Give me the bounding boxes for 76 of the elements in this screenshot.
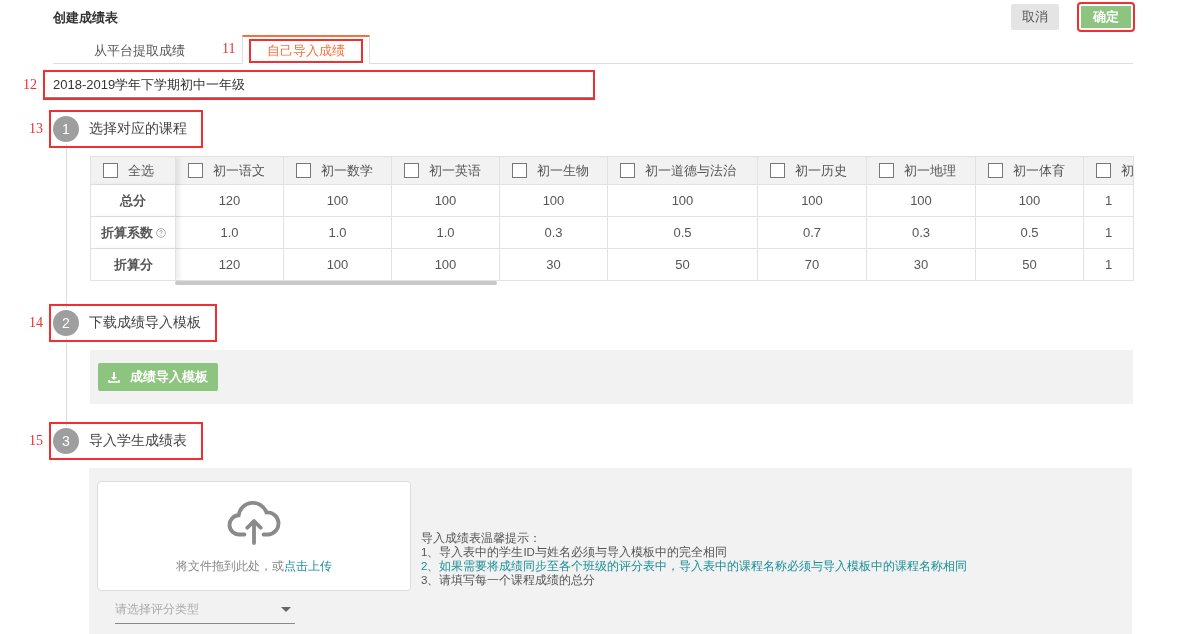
checkbox[interactable] [988, 163, 1003, 178]
row-label: 折算系数 [100, 223, 153, 242]
tab[interactable]: 自己导入成绩 [242, 35, 370, 64]
course-name: 初一数学 [321, 161, 373, 180]
course-name: 初一地理 [904, 161, 956, 180]
checkbox[interactable] [296, 163, 311, 178]
checkbox[interactable] [404, 163, 419, 178]
upload-link[interactable]: 点击上传 [284, 558, 332, 573]
table-cell: 120 [176, 185, 284, 217]
annotation-number: 13 [29, 121, 43, 137]
checkbox[interactable] [1096, 163, 1111, 178]
row-label: 折算分 [113, 255, 153, 274]
step-title: 导入学生成绩表 [89, 432, 187, 450]
course-name: 初一语文 [213, 161, 265, 180]
course-name: 初一历史 [795, 161, 847, 180]
table-cell: 0.3 [867, 217, 976, 249]
table-cell: 50 [608, 249, 758, 281]
annotation-number: 11 [222, 41, 236, 57]
course-name: 初 [1121, 161, 1133, 180]
table-cell: 100 [392, 185, 500, 217]
table-cell: 1.0 [392, 217, 500, 249]
checkbox[interactable] [620, 163, 635, 178]
tips-title: 导入成绩表温馨提示： [421, 531, 542, 545]
table-cell: 100 [758, 185, 867, 217]
step-title: 下载成绩导入模板 [89, 314, 201, 332]
checkbox[interactable] [770, 163, 785, 178]
table-cell: 100 [500, 185, 608, 217]
course-name: 初一生物 [537, 161, 589, 180]
table-cell: 0.5 [976, 217, 1084, 249]
table-cell: 30 [500, 249, 608, 281]
page-title: 创建成绩表 [53, 9, 118, 27]
tab-label: 自己导入成绩 [251, 41, 361, 61]
annotation-number: 15 [29, 433, 43, 449]
tip-text: 1、导入表中的学生ID与姓名必须与导入模板中的完全相同 [421, 545, 728, 559]
annotation-number: 14 [29, 315, 43, 331]
annotation-number: 12 [23, 77, 37, 93]
select-all-label: 全选 [128, 161, 154, 180]
tip-text: 2、如果需要将成绩同步至各个班级的评分表中，导入表中的课程名称必须与导入模板中的课程名称相同 [421, 559, 968, 573]
checkbox[interactable] [879, 163, 894, 178]
table-cell: 1 [1084, 249, 1134, 281]
table-cell: 100 [867, 185, 976, 217]
table-cell: 100 [608, 185, 758, 217]
table-cell: 1 [1084, 217, 1134, 249]
caret-icon [281, 606, 291, 613]
table-cell: 1.0 [176, 217, 284, 249]
checkbox[interactable] [188, 163, 203, 178]
tab-label: 从平台提取成绩 [93, 42, 186, 60]
table-cell: 1 [1084, 185, 1134, 217]
tab[interactable]: 从平台提取成绩 [65, 35, 214, 64]
upload-dropzone[interactable]: 将文件拖到此处，或点击上传 [97, 481, 411, 591]
upload-prompt: 将文件拖到此处，或 [176, 558, 284, 573]
scrollbar-thumb[interactable] [175, 281, 497, 285]
table-cell: 0.5 [608, 217, 758, 249]
step-title: 选择对应的课程 [89, 120, 187, 138]
cancel-button[interactable]: 取消 [1011, 4, 1059, 30]
download-icon [108, 371, 120, 383]
table-cell: 70 [758, 249, 867, 281]
step-number: 2 [53, 310, 79, 336]
step-number: 3 [53, 428, 79, 454]
course-name: 初一英语 [429, 161, 481, 180]
table-cell: 50 [976, 249, 1084, 281]
table-cell: 0.3 [500, 217, 608, 249]
table-cell: 1.0 [284, 217, 392, 249]
table-cell: 0.7 [758, 217, 867, 249]
rating-type-select[interactable]: 请选择评分类型 [115, 599, 295, 624]
step-number: 1 [53, 116, 79, 142]
tip-text: 3、请填写每一个课程成绩的总分 [421, 573, 597, 587]
course-name: 初一道德与法治 [645, 161, 736, 180]
table-cell: 100 [976, 185, 1084, 217]
checkbox[interactable] [103, 163, 118, 178]
table-cell: 100 [284, 185, 392, 217]
course-name: 初一体育 [1013, 161, 1065, 180]
name-field[interactable]: 2018-2019学年下学期初中一年级 [45, 72, 593, 98]
row-label: 总分 [120, 191, 146, 210]
checkbox[interactable] [512, 163, 527, 178]
table-cell: 30 [867, 249, 976, 281]
